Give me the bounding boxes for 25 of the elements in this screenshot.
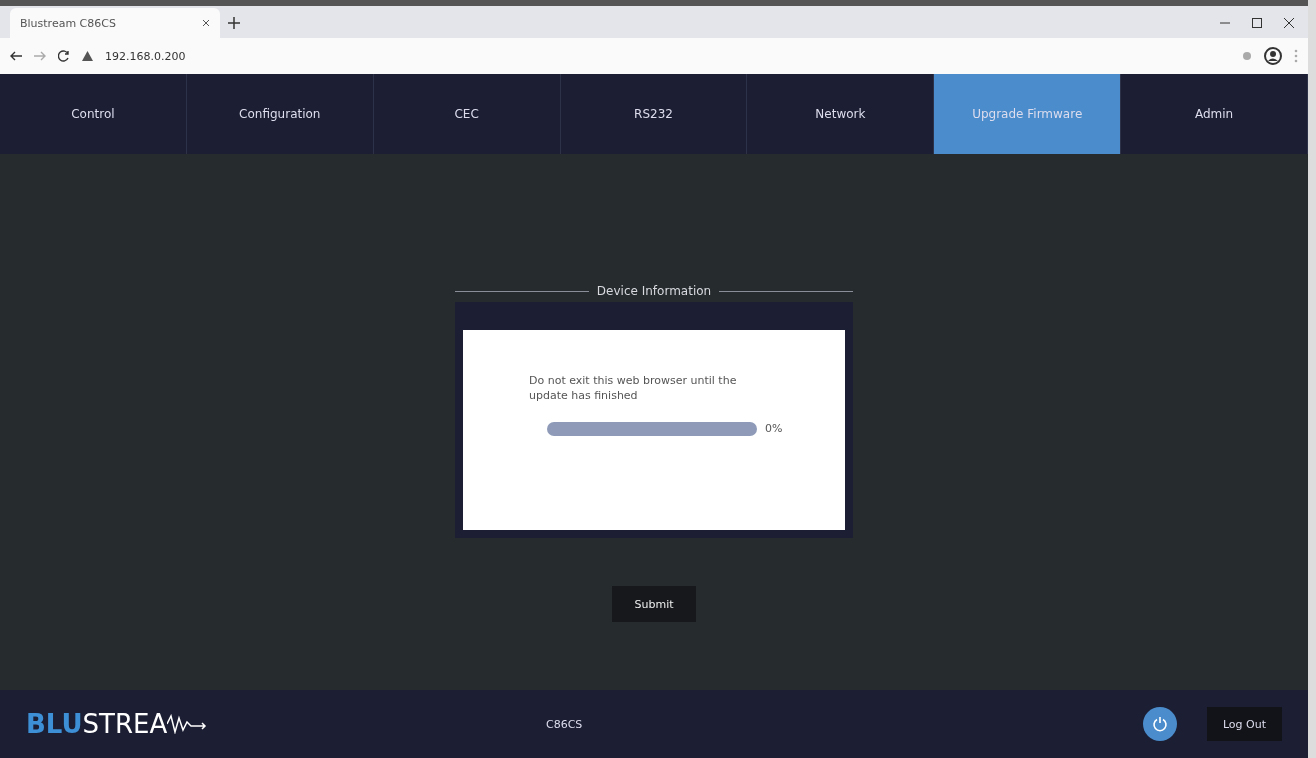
power-button[interactable]: [1142, 707, 1177, 741]
logo: BLUSTREA: [26, 709, 546, 739]
back-arrow-icon[interactable]: [10, 51, 22, 61]
progress-reading: 0%: [765, 422, 783, 436]
warning-message: Do not exit this web browser until the update has finished: [529, 374, 738, 404]
power-icon: [1151, 716, 1168, 732]
plus-icon[interactable]: [228, 17, 240, 29]
nav-tab[interactable]: Configuration: [186, 74, 374, 154]
close-icon[interactable]: [1284, 18, 1294, 28]
warning-icon: [82, 51, 93, 61]
model-name: C86CS: [546, 717, 584, 731]
maximize-icon[interactable]: [1252, 18, 1262, 28]
nav-tab[interactable]: RS232: [560, 74, 748, 154]
nav-tab[interactable]: CEC: [373, 74, 561, 154]
nav-tab[interactable]: Control: [0, 74, 187, 154]
profile-icon[interactable]: [1264, 47, 1282, 65]
url-text[interactable]: 192.168.0.200: [105, 49, 186, 63]
logout-button[interactable]: Log Out: [1206, 707, 1282, 741]
close-icon[interactable]: [202, 19, 210, 27]
wave-icon: [167, 714, 208, 734]
submit-button[interactable]: Submit: [612, 586, 696, 622]
reload-icon[interactable]: [58, 50, 70, 62]
browser-tab[interactable]: Blustream C86CS: [10, 8, 220, 38]
nav-tab[interactable]: Admin: [1121, 74, 1308, 154]
section-legend: Device Information: [596, 284, 712, 298]
